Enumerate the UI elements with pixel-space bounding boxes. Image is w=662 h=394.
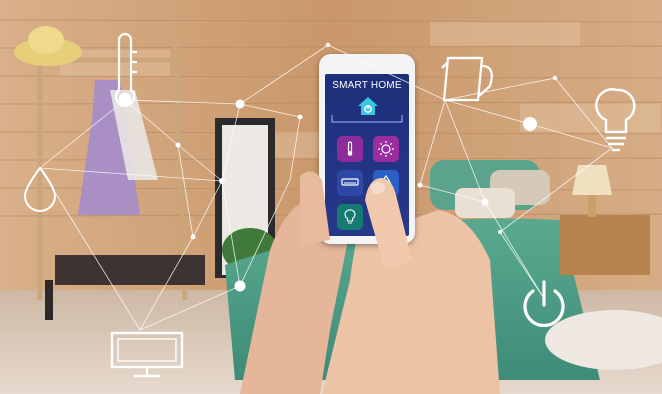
power-icon: [523, 280, 565, 328]
kettle-icon: [441, 56, 493, 102]
light-bulb-icon: [595, 88, 636, 152]
thermometer-icon: [114, 32, 137, 107]
water-drop-icon: [23, 166, 57, 212]
network-overlay: [23, 32, 636, 378]
smart-home-photo: SMART HOME: [0, 0, 662, 394]
monitor-icon: [110, 331, 184, 378]
